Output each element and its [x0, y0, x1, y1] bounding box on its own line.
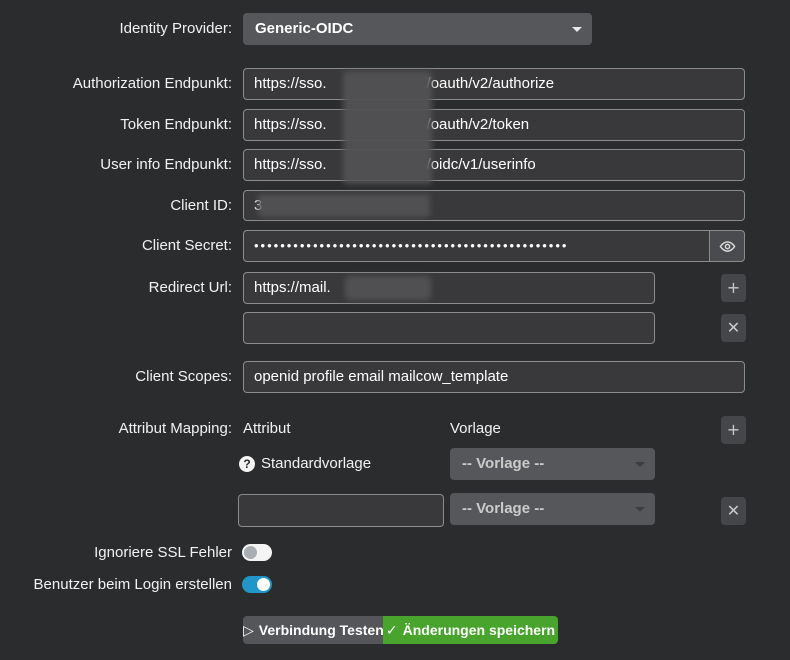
- redirect-url-input-2[interactable]: [243, 312, 655, 344]
- eye-icon: [719, 240, 735, 252]
- remove-redirect-url-button[interactable]: ✕: [721, 314, 746, 342]
- client-scopes-label: Client Scopes:: [135, 368, 232, 385]
- url-prefix: https://sso.: [254, 156, 327, 173]
- client-scopes-value: openid profile email mailcow_template: [254, 368, 509, 385]
- toggle-knob: [257, 578, 270, 591]
- save-changes-label: Änderungen speichern: [402, 622, 556, 638]
- redirect-url-value: https://mail.: [254, 279, 331, 296]
- userinfo-endpoint-label: User info Endpunkt:: [100, 156, 232, 173]
- url-suffix: /oauth/v2/authorize: [426, 75, 555, 92]
- masked-secret-value: ••••••••••••••••••••••••••••••••••••••••…: [254, 238, 569, 253]
- oidc-settings-form: Identity Provider: Generic-OIDC Authoriz…: [0, 0, 790, 660]
- ignore-ssl-toggle[interactable]: [242, 544, 272, 561]
- client-secret-label: Client Secret:: [141, 237, 232, 254]
- attribute-mapping-label: Attribut Mapping:: [118, 420, 232, 437]
- plus-icon: +: [726, 420, 741, 439]
- redacted-area: [345, 276, 431, 300]
- url-suffix: /oauth/v2/token: [426, 116, 530, 133]
- add-redirect-url-button[interactable]: +: [721, 274, 746, 302]
- client-secret-input[interactable]: ••••••••••••••••••••••••••••••••••••••••…: [243, 230, 709, 262]
- url-prefix: https://sso.: [254, 75, 327, 92]
- redacted-area: [258, 194, 430, 217]
- template-select-1-value: -- Vorlage --: [462, 455, 545, 472]
- test-connection-label: Verbindung Testen: [258, 622, 384, 638]
- plus-icon: +: [726, 278, 741, 297]
- add-attribute-mapping-button[interactable]: +: [721, 416, 746, 444]
- userinfo-endpoint-input[interactable]: https://sso. /oidc/v1/userinfo: [243, 149, 745, 181]
- show-secret-button[interactable]: [709, 230, 745, 262]
- check-icon: ✓: [385, 623, 398, 639]
- authorization-endpoint-label: Authorization Endpunkt:: [72, 75, 232, 92]
- redirect-url-input[interactable]: https://mail.: [243, 272, 655, 304]
- toggle-knob: [244, 546, 257, 559]
- identity-provider-select[interactable]: Generic-OIDC: [243, 13, 592, 45]
- create-user-on-login-toggle[interactable]: [242, 576, 272, 593]
- identity-provider-value: Generic-OIDC: [255, 20, 354, 37]
- client-id-label: Client ID:: [170, 197, 232, 214]
- identity-provider-label: Identity Provider:: [119, 20, 232, 37]
- help-question-icon[interactable]: ?: [239, 456, 255, 472]
- authorization-endpoint-input[interactable]: https://sso. /oauth/v2/authorize: [243, 68, 745, 100]
- token-endpoint-input[interactable]: https://sso. /oauth/v2/token: [243, 109, 745, 141]
- url-suffix: /oidc/v1/userinfo: [426, 156, 536, 173]
- test-connection-button[interactable]: ▷ Verbindung Testen: [243, 616, 384, 644]
- remove-attribute-mapping-button[interactable]: ✕: [721, 497, 746, 525]
- template-column-header: Vorlage: [450, 420, 501, 437]
- default-template-label: Standardvorlage: [261, 455, 372, 472]
- save-changes-button[interactable]: ✓ Änderungen speichern: [383, 616, 558, 644]
- template-select-1[interactable]: -- Vorlage --: [450, 448, 655, 480]
- question-glyph: ?: [243, 457, 251, 471]
- chevron-down-icon: [635, 507, 645, 512]
- template-select-2[interactable]: -- Vorlage --: [450, 493, 655, 525]
- chevron-down-icon: [572, 27, 582, 32]
- redirect-url-label: Redirect Url:: [148, 279, 232, 296]
- redacted-area: [343, 71, 432, 184]
- attribute-input[interactable]: [238, 494, 444, 527]
- close-icon: ✕: [726, 318, 741, 337]
- attribute-column-header: Attribut: [243, 420, 291, 437]
- ignore-ssl-label: Ignoriere SSL Fehler: [94, 544, 232, 561]
- client-scopes-input[interactable]: openid profile email mailcow_template: [243, 361, 745, 393]
- play-icon: ▷: [243, 623, 254, 639]
- close-icon: ✕: [726, 501, 741, 520]
- chevron-down-icon: [635, 462, 645, 467]
- template-select-2-value: -- Vorlage --: [462, 500, 545, 517]
- token-endpoint-label: Token Endpunkt:: [120, 116, 232, 133]
- url-prefix: https://sso.: [254, 116, 327, 133]
- create-user-on-login-label: Benutzer beim Login erstellen: [33, 576, 232, 593]
